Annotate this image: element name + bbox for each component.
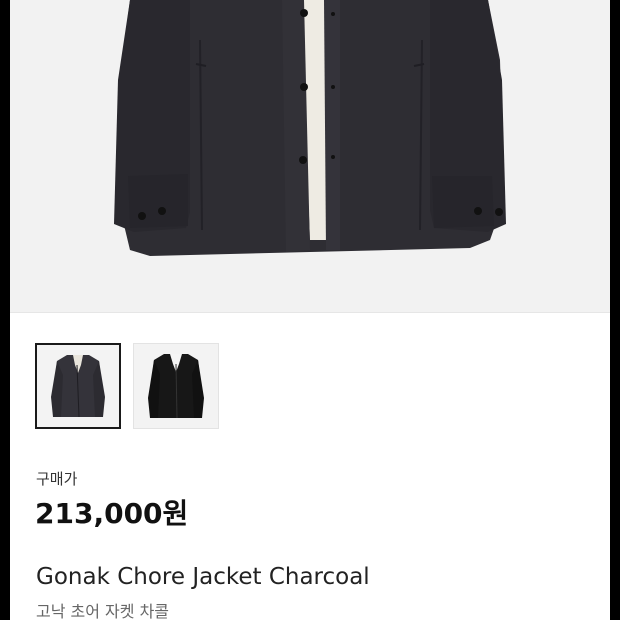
right-edge (610, 0, 620, 620)
left-edge (0, 0, 10, 620)
product-name-korean: 고낙 초어 자켓 차콜 (36, 602, 170, 621)
product-price: 213,000원 (35, 497, 189, 530)
jacket-illustration (114, 0, 506, 256)
price-label: 구매가 (36, 470, 78, 488)
image-divider (10, 312, 610, 313)
thumbnail-black[interactable] (133, 343, 219, 429)
black-jacket-thumbnail-icon (148, 354, 204, 419)
product-name: Gonak Chore Jacket Charcoal (36, 564, 370, 590)
product-page: 구매가 213,000원 Gonak Chore Jacket Charcoal… (0, 0, 620, 621)
charcoal-jacket-thumbnail-icon (51, 355, 105, 418)
thumbnail-charcoal[interactable] (35, 343, 121, 429)
main-product-image[interactable] (10, 0, 610, 312)
